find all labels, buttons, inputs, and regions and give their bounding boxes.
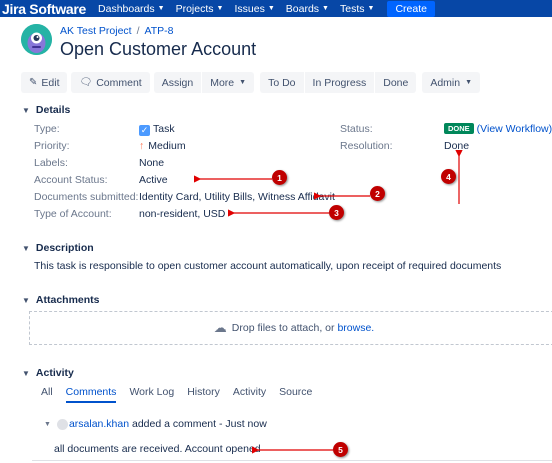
annotation-marker-5: 5 xyxy=(333,442,348,457)
annotation-marker-2: 2 xyxy=(370,186,385,201)
annotation-marker-1: 1 xyxy=(272,170,287,185)
annotation-marker-3: 3 xyxy=(329,205,344,220)
annotation-marker-4: 4 xyxy=(441,169,456,184)
annotation-arrows xyxy=(194,150,463,454)
